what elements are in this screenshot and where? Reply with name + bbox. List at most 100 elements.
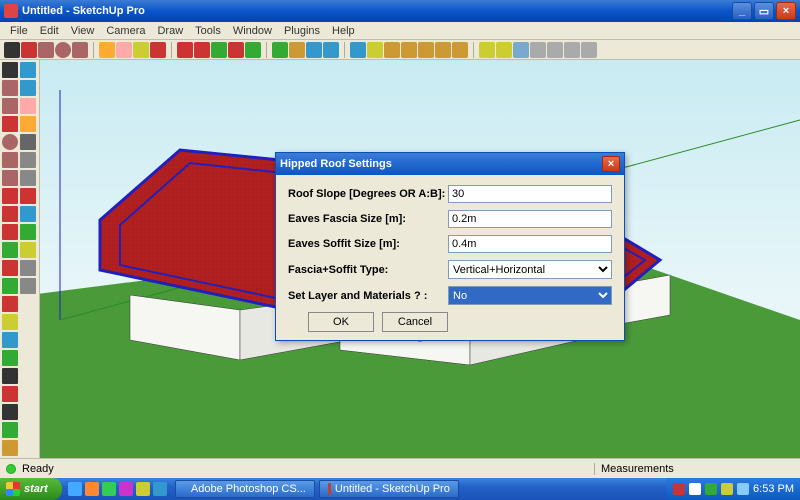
orbit-tool-icon[interactable] <box>2 422 18 438</box>
ql-app2-icon[interactable] <box>119 482 133 496</box>
tray-icon[interactable] <box>721 483 733 495</box>
select-icon[interactable] <box>4 42 20 58</box>
style4-icon[interactable] <box>581 42 597 58</box>
circle-icon[interactable] <box>55 42 71 58</box>
paint-tool-icon[interactable] <box>2 80 18 96</box>
menu-tools[interactable]: Tools <box>189 23 227 39</box>
cancel-button[interactable]: Cancel <box>382 312 448 332</box>
tape-icon[interactable] <box>133 42 149 58</box>
tray-icon[interactable] <box>705 483 717 495</box>
menu-camera[interactable]: Camera <box>100 23 151 39</box>
prev-view-icon[interactable] <box>350 42 366 58</box>
polygon-tool-icon[interactable] <box>2 170 18 186</box>
xray-icon[interactable] <box>513 42 529 58</box>
rotate-tool-icon[interactable] <box>2 242 18 258</box>
next-view-icon[interactable] <box>367 42 383 58</box>
plugin4-icon[interactable] <box>20 242 36 258</box>
menu-edit[interactable]: Edit <box>34 23 65 39</box>
plugin6-icon[interactable] <box>20 278 36 294</box>
zoom-ext-icon[interactable] <box>323 42 339 58</box>
eraser-tool-icon[interactable] <box>20 98 36 114</box>
select-tool-icon[interactable] <box>2 62 18 78</box>
soffit-input[interactable] <box>448 235 612 253</box>
tray-clock[interactable]: 6:53 PM <box>753 483 794 495</box>
layer-icon[interactable] <box>479 42 495 58</box>
minimize-button[interactable]: _ <box>732 2 752 20</box>
fascia-input[interactable] <box>448 210 612 228</box>
circle-tool-icon[interactable] <box>2 134 18 150</box>
shadow-icon[interactable] <box>496 42 512 58</box>
pushpull-tool-icon[interactable] <box>2 224 18 240</box>
pushpull-icon[interactable] <box>177 42 193 58</box>
menu-plugins[interactable]: Plugins <box>278 23 326 39</box>
dialog-close-button[interactable]: × <box>602 156 620 172</box>
ql-app4-icon[interactable] <box>153 482 167 496</box>
style2-icon[interactable] <box>547 42 563 58</box>
ql-app3-icon[interactable] <box>136 482 150 496</box>
tray-icon[interactable] <box>689 483 701 495</box>
tray-icon[interactable] <box>673 483 685 495</box>
eraser-icon[interactable] <box>116 42 132 58</box>
followme-tool-icon[interactable] <box>2 260 18 276</box>
layer-select[interactable]: No <box>448 286 612 305</box>
ql-app1-icon[interactable] <box>102 482 116 496</box>
text-tool-icon[interactable] <box>2 368 18 384</box>
orbit-icon[interactable] <box>272 42 288 58</box>
style1-icon[interactable] <box>530 42 546 58</box>
line-tool-icon[interactable] <box>2 116 18 132</box>
arc-icon[interactable] <box>72 42 88 58</box>
task-photoshop[interactable]: Adobe Photoshop CS... <box>175 480 315 498</box>
menu-view[interactable]: View <box>65 23 101 39</box>
walk-tool-icon[interactable] <box>20 152 36 168</box>
plugin2-icon[interactable] <box>20 206 36 222</box>
top-icon[interactable] <box>401 42 417 58</box>
look-tool-icon[interactable] <box>20 170 36 186</box>
rotate-icon[interactable] <box>211 42 227 58</box>
line-icon[interactable] <box>21 42 37 58</box>
component-tool-icon[interactable] <box>20 116 36 132</box>
move-icon[interactable] <box>194 42 210 58</box>
start-button[interactable]: start <box>0 478 62 500</box>
right-icon[interactable] <box>435 42 451 58</box>
menu-draw[interactable]: Draw <box>151 23 189 39</box>
make-comp-icon[interactable] <box>99 42 115 58</box>
scale-icon[interactable] <box>245 42 261 58</box>
plugin3-icon[interactable] <box>20 224 36 240</box>
tape-tool-icon[interactable] <box>2 314 18 330</box>
task-sketchup[interactable]: Untitled - SketchUp Pro <box>319 480 459 498</box>
back-icon[interactable] <box>452 42 468 58</box>
front-icon[interactable] <box>418 42 434 58</box>
axes-tool-icon[interactable] <box>2 386 18 402</box>
scale-tool-icon[interactable] <box>2 278 18 294</box>
offset-tool-icon[interactable] <box>2 296 18 312</box>
zoom-tool-icon[interactable] <box>20 62 36 78</box>
close-button[interactable]: × <box>776 2 796 20</box>
style3-icon[interactable] <box>564 42 580 58</box>
menu-help[interactable]: Help <box>326 23 361 39</box>
arc-tool-icon[interactable] <box>2 152 18 168</box>
freehand-tool-icon[interactable] <box>2 188 18 204</box>
pan-icon[interactable] <box>289 42 305 58</box>
pan-tool-icon[interactable] <box>2 440 18 456</box>
menu-window[interactable]: Window <box>227 23 278 39</box>
menu-file[interactable]: File <box>4 23 34 39</box>
plugin5-icon[interactable] <box>20 260 36 276</box>
type-select[interactable]: Vertical+Horizontal <box>448 260 612 279</box>
tray-volume-icon[interactable] <box>737 483 749 495</box>
dimension-tool-icon[interactable] <box>2 332 18 348</box>
section-tool-icon[interactable] <box>20 134 36 150</box>
zoomwin-tool-icon[interactable] <box>20 80 36 96</box>
plugin1-icon[interactable] <box>20 188 36 204</box>
protractor-tool-icon[interactable] <box>2 350 18 366</box>
ql-browser-icon[interactable] <box>85 482 99 496</box>
offset-icon[interactable] <box>228 42 244 58</box>
move-tool-icon[interactable] <box>2 206 18 222</box>
ok-button[interactable]: OK <box>308 312 374 332</box>
paint-icon[interactable] <box>150 42 166 58</box>
ql-desktop-icon[interactable] <box>68 482 82 496</box>
3dtext-tool-icon[interactable] <box>2 404 18 420</box>
zoom-icon[interactable] <box>306 42 322 58</box>
rect-icon[interactable] <box>38 42 54 58</box>
maximize-button[interactable]: ▭ <box>754 2 774 20</box>
rect-tool-icon[interactable] <box>2 98 18 114</box>
